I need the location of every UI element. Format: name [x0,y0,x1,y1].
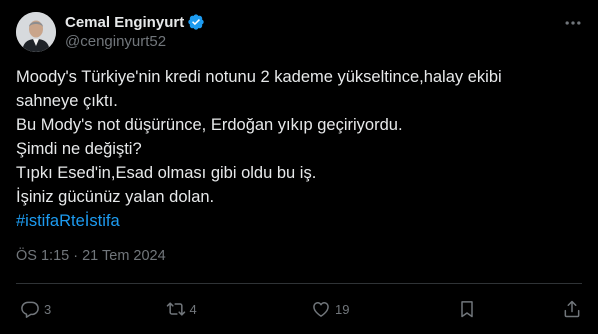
tweet-line: sahneye çıktı. [16,92,118,110]
retweet-button[interactable]: 4 [166,299,226,319]
tweet-date: 21 Tem 2024 [82,248,166,264]
share-button[interactable] [562,299,582,319]
tweet-timestamp[interactable]: ÖS 1:15 · 21 Tem 2024 [16,246,582,266]
tweet-text: Moody's Türkiye'nin kredi notunu 2 kadem… [16,65,582,233]
action-bar: 3 4 19 [20,297,582,321]
handle[interactable]: @cenginyurt52 [65,32,205,52]
tweet-line: Şimdi ne değişti? [16,140,142,158]
like-button[interactable]: 19 [311,299,371,319]
tweet-line: İşiniz gücünüz yalan dolan. [16,188,215,206]
bookmark-button[interactable] [457,299,477,319]
reply-count: 3 [44,301,52,317]
tweet-line: Moody's Türkiye'nin kredi notunu 2 kadem… [16,68,502,86]
more-horizontal-icon[interactable] [562,12,584,34]
like-count: 19 [335,301,350,317]
retweet-icon [166,302,185,316]
reply-icon [21,301,39,318]
tweet-header: Cemal Enginyurt @cenginyurt52 [16,12,582,52]
divider [16,283,582,284]
display-name[interactable]: Cemal Enginyurt [65,14,184,31]
hashtag-link[interactable]: #istifaRteİstifa [16,209,582,233]
verified-badge-icon [187,13,205,31]
reply-button[interactable]: 3 [20,299,80,319]
timestamp-separator: · [73,248,79,264]
name-row: Cemal Enginyurt [65,12,205,32]
avatar[interactable] [16,12,56,52]
heart-icon [313,302,329,317]
tweet-time: ÖS 1:15 [16,248,70,264]
bookmark-icon [460,301,473,318]
share-icon [564,300,580,318]
tweet-line: Bu Mody's not düşürünce, Erdoğan yıkıp g… [16,116,403,134]
author-names: Cemal Enginyurt @cenginyurt52 [65,12,205,52]
avatar-photo [16,12,56,52]
retweet-count: 4 [189,301,197,317]
tweet-line: Tıpkı Esed'in,Esad olması gibi oldu bu i… [16,164,317,182]
